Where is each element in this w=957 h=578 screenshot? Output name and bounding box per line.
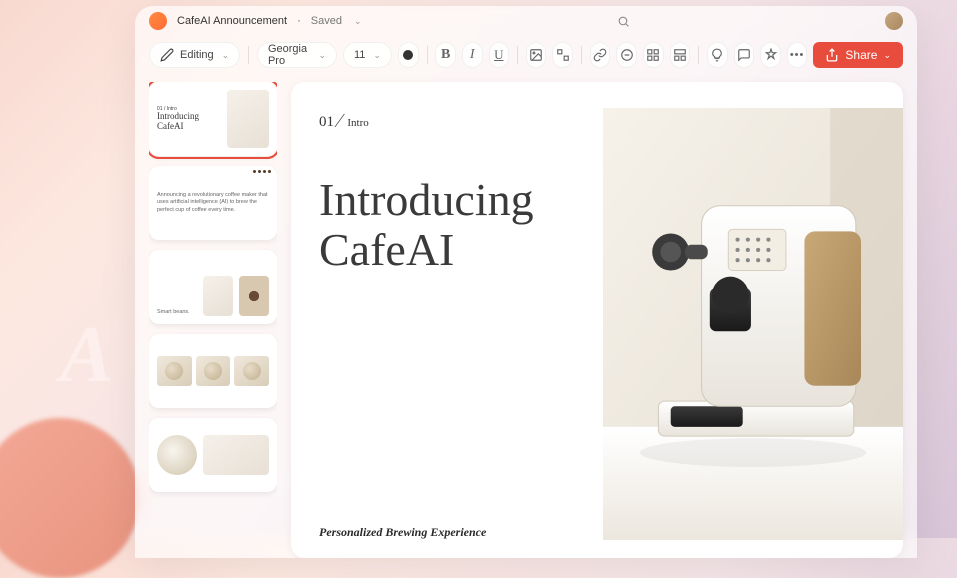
theme-button[interactable] [760,42,781,68]
attach-button[interactable] [616,42,637,68]
image-button[interactable] [526,42,547,68]
background-decor-letter: A [60,310,113,401]
share-button[interactable]: Share ⌄ [813,42,903,68]
bold-button[interactable]: B [435,42,456,68]
comment-button[interactable] [734,42,755,68]
slide-thumbnail-2[interactable]: Announcing a revolutionary coffee maker … [149,166,277,240]
shape-button[interactable] [552,42,573,68]
chevron-down-icon: ⌄ [373,50,381,61]
search-icon[interactable] [610,11,636,31]
slide-thumbnail-4[interactable] [149,334,277,408]
app-logo-icon [149,12,167,30]
grid-button[interactable] [643,42,664,68]
chevron-down-icon[interactable]: ⌄ [354,16,362,27]
italic-button[interactable]: I [462,42,483,68]
workspace: 01 / Intro Introducing CafeAI Announcing… [135,74,917,558]
slide-canvas[interactable]: 01 ∕ Intro Introducing CafeAI Personaliz… [291,82,903,558]
chevron-down-icon: ⌄ [222,50,230,61]
chevron-down-icon: ⌄ [318,50,326,61]
mode-dropdown[interactable]: Editing ⌄ [149,42,240,68]
app-window: CafeAI Announcement · Saved ⌄ Editing ⌄ … [135,6,917,558]
layout-button[interactable] [670,42,691,68]
slide-hero-image[interactable] [603,108,903,540]
underline-button[interactable]: U [489,42,510,68]
font-size-dropdown[interactable]: 11 ⌄ [343,42,392,68]
toolbar: Editing ⌄ Georgia Pro ⌄ 11 ⌄ B I U [135,36,917,74]
save-status[interactable]: Saved [311,15,342,27]
slide-thumbnail-rail[interactable]: 01 / Intro Introducing CafeAI Announcing… [149,82,277,558]
chevron-down-icon: ⌄ [883,50,891,61]
slide-number: 01 ∕ Intro [319,108,593,131]
slide-thumbnail-1[interactable]: 01 / Intro Introducing CafeAI [149,82,277,156]
text-color-button[interactable] [398,42,419,68]
pencil-icon [160,48,174,62]
more-button[interactable]: ••• [787,42,808,68]
lightbulb-button[interactable] [707,42,728,68]
link-button[interactable] [590,42,611,68]
font-family-dropdown[interactable]: Georgia Pro ⌄ [257,42,337,68]
slide-thumbnail-5[interactable] [149,418,277,492]
avatar[interactable] [885,12,903,30]
share-icon [825,48,839,62]
titlebar: CafeAI Announcement · Saved ⌄ [135,6,917,36]
slide-thumbnail-3[interactable]: Smart beans. [149,250,277,324]
slide-title[interactable]: Introducing CafeAI [319,175,593,274]
document-title[interactable]: CafeAI Announcement [177,15,287,27]
slash-divider: ∕ [338,110,341,133]
